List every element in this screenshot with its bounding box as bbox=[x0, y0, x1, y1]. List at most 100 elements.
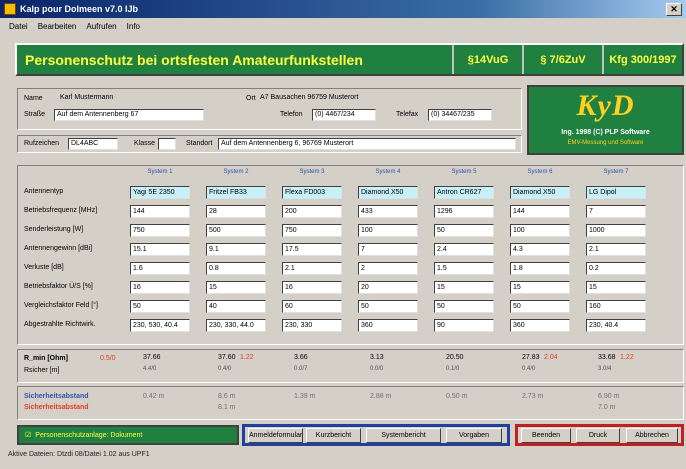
klasse-field[interactable] bbox=[158, 138, 176, 150]
grid-cell[interactable]: 50 bbox=[130, 300, 190, 313]
beenden-button[interactable]: Beenden bbox=[521, 428, 571, 443]
grid-cell[interactable]: 360 bbox=[358, 319, 418, 332]
grid-cell[interactable]: 20 bbox=[358, 281, 418, 294]
grid-cell[interactable]: 0.8 bbox=[206, 262, 266, 275]
row-label: Senderleistung [W] bbox=[24, 226, 84, 233]
row-label: Betriebsfrequenz [MHz] bbox=[24, 207, 98, 214]
result-sub: 4.4/0 bbox=[143, 366, 157, 372]
grid-cell[interactable]: 1.8 bbox=[510, 262, 570, 275]
grid-cell[interactable]: 230, 530, 40.4 bbox=[130, 319, 190, 332]
grid-cell[interactable]: 4.3 bbox=[510, 243, 570, 256]
grid-cell[interactable]: 100 bbox=[510, 224, 570, 237]
result-value: 3.13 bbox=[370, 354, 384, 361]
grid-cell[interactable]: 9.1 bbox=[206, 243, 266, 256]
grid-cell[interactable]: 40 bbox=[206, 300, 266, 313]
name-field[interactable]: Karl Mustermann bbox=[58, 93, 208, 105]
grid-cell[interactable]: 17.5 bbox=[282, 243, 342, 256]
telefon-field[interactable]: (0) 4467/234 bbox=[312, 109, 376, 121]
grid-cell[interactable]: 160 bbox=[586, 300, 646, 313]
grid-cell[interactable]: 230, 40.4 bbox=[586, 319, 646, 332]
grid-cell[interactable]: 144 bbox=[130, 205, 190, 218]
grid-cell[interactable]: Antron CR627 bbox=[434, 186, 494, 199]
grid-cell[interactable]: 360 bbox=[510, 319, 570, 332]
safety-value: 0.42 m bbox=[143, 393, 165, 400]
menu-bearbeiten[interactable]: Bearbeiten bbox=[33, 22, 82, 31]
druck-button[interactable]: Druck bbox=[576, 428, 620, 443]
grid-cell[interactable]: Diamond X50 bbox=[510, 186, 570, 199]
result-red: 2.04 bbox=[544, 354, 558, 361]
menu-info[interactable]: Info bbox=[122, 22, 145, 31]
grid-cell[interactable]: 2.1 bbox=[282, 262, 342, 275]
grid-cell[interactable]: 0.2 bbox=[586, 262, 646, 275]
grid-cell[interactable]: LG Dipol bbox=[586, 186, 646, 199]
telefax-field[interactable]: (0) 34467/235 bbox=[428, 109, 492, 121]
menu-datei[interactable]: Datei bbox=[4, 22, 33, 31]
grid-cell[interactable]: Fritzel FB33 bbox=[206, 186, 266, 199]
grid-cell[interactable]: 60 bbox=[282, 300, 342, 313]
grid-cell[interactable]: 433 bbox=[358, 205, 418, 218]
grid-cell[interactable]: 2.1 bbox=[586, 243, 646, 256]
grid-cell[interactable]: 16 bbox=[282, 281, 342, 294]
standort-field[interactable]: Auf dem Antennenberg 6, 96769 Musterort bbox=[218, 138, 516, 150]
result-sub: 0.0/0 bbox=[370, 366, 384, 372]
result-value: 20.50 bbox=[446, 354, 464, 361]
strasse-field[interactable]: Auf dem Antennenberg 67 bbox=[54, 109, 204, 121]
safety-value: 2.73 m bbox=[522, 393, 544, 400]
grid-cell[interactable]: Yagi 5E 2350 bbox=[130, 186, 190, 199]
grid-cell[interactable]: 16 bbox=[130, 281, 190, 294]
grid-cell[interactable]: 500 bbox=[206, 224, 266, 237]
grid-cell[interactable]: 230, 330, 44.0 bbox=[206, 319, 266, 332]
grid-cell[interactable]: 15.1 bbox=[130, 243, 190, 256]
grid-cell[interactable]: 90 bbox=[434, 319, 494, 332]
menu-aufrufen[interactable]: Aufrufen bbox=[81, 22, 121, 31]
grid-cell[interactable]: 50 bbox=[358, 300, 418, 313]
grid-cell[interactable]: 1.6 bbox=[130, 262, 190, 275]
systembericht-button[interactable]: Systembericht bbox=[366, 428, 441, 443]
results-label-1: R_min [Ohm] bbox=[24, 355, 68, 362]
grid-cell[interactable]: 50 bbox=[434, 300, 494, 313]
vorgaben-button[interactable]: Vorgaben bbox=[446, 428, 502, 443]
grid-cell[interactable]: 50 bbox=[510, 300, 570, 313]
column-header: System 7 bbox=[603, 169, 629, 175]
close-icon[interactable]: ✕ bbox=[666, 2, 682, 16]
grid-cell[interactable]: Diamond X50 bbox=[358, 186, 418, 199]
grid-cell[interactable]: 1296 bbox=[434, 205, 494, 218]
rufzeichen-field[interactable]: DL4ABC bbox=[68, 138, 118, 150]
grid-cell[interactable]: 15 bbox=[510, 281, 570, 294]
sender-info: Rufzeichen DL4ABC Klasse Standort Auf de… bbox=[17, 135, 522, 153]
grid-cell[interactable]: 7 bbox=[586, 205, 646, 218]
grid-cell[interactable]: 15 bbox=[434, 281, 494, 294]
column-header: System 1 bbox=[147, 169, 173, 175]
page-title: Personenschutz bei ortsfesten Amateurfun… bbox=[25, 51, 363, 68]
grid-cell[interactable]: 1000 bbox=[586, 224, 646, 237]
results-label-2: Rsicher [m] bbox=[24, 367, 60, 374]
grid-cell[interactable]: 7 bbox=[358, 243, 418, 256]
antenna-grid: System 1 System 2 System 3 System 4 System 5… bbox=[17, 165, 684, 345]
results-extra: 0.5/0 bbox=[100, 355, 116, 362]
grid-cell[interactable]: 2 bbox=[358, 262, 418, 275]
column-header: System 2 bbox=[223, 169, 249, 175]
abbrechen-button[interactable]: Abbrechen bbox=[626, 428, 678, 443]
grid-cell[interactable]: 100 bbox=[358, 224, 418, 237]
ort-field[interactable]: A7 Bausachen 96759 Musterort bbox=[258, 93, 438, 105]
grid-cell[interactable]: 750 bbox=[130, 224, 190, 237]
grid-cell[interactable]: 200 bbox=[282, 205, 342, 218]
grid-cell[interactable]: 144 bbox=[510, 205, 570, 218]
grid-cell[interactable]: Flexa FD003 bbox=[282, 186, 342, 199]
grid-cell[interactable]: 15 bbox=[206, 281, 266, 294]
row-label: Antennengewinn [dBi] bbox=[24, 245, 93, 252]
column-header: System 6 bbox=[527, 169, 553, 175]
grid-cell[interactable]: 15 bbox=[586, 281, 646, 294]
result-sub: 3.0/4 bbox=[598, 366, 612, 372]
grid-cell[interactable]: 750 bbox=[282, 224, 342, 237]
kurzbericht-button[interactable]: Kurzbericht bbox=[306, 428, 361, 443]
grid-cell[interactable]: 2.4 bbox=[434, 243, 494, 256]
check-icon: ☑ bbox=[25, 432, 32, 439]
safety-label-1: Sicherheitsabstand bbox=[24, 393, 89, 400]
safety-value: 6.90 m bbox=[598, 393, 620, 400]
anmeldeformular-button[interactable]: Anmeldeformular bbox=[248, 428, 303, 443]
grid-cell[interactable]: 1.5 bbox=[434, 262, 494, 275]
grid-cell[interactable]: 230, 330 bbox=[282, 319, 342, 332]
grid-cell[interactable]: 28 bbox=[206, 205, 266, 218]
grid-cell[interactable]: 50 bbox=[434, 224, 494, 237]
